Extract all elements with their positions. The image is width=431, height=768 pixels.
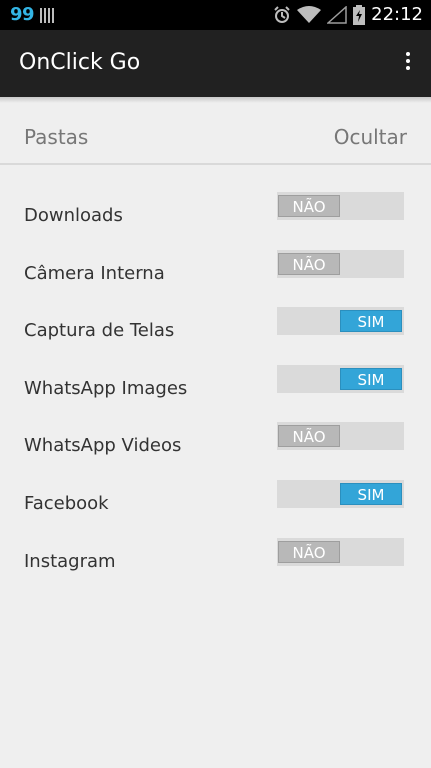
- notification-count: 99: [10, 4, 35, 25]
- folder-name: Instagram: [24, 551, 116, 572]
- folder-name: Downloads: [24, 205, 123, 226]
- clock: 22:12: [371, 4, 423, 25]
- hide-toggle[interactable]: NÃO: [277, 538, 404, 566]
- folder-row-downloads: Downloads NÃO: [0, 190, 431, 248]
- folder-row-whatsapp-images: WhatsApp Images SIM: [0, 363, 431, 421]
- folder-row-screenshots: Captura de Telas SIM: [0, 305, 431, 363]
- toggle-thumb: SIM: [340, 483, 402, 505]
- hide-toggle[interactable]: SIM: [277, 307, 404, 335]
- header-divider: [0, 163, 431, 165]
- hide-toggle[interactable]: NÃO: [277, 192, 404, 220]
- hide-toggle[interactable]: NÃO: [277, 422, 404, 450]
- folder-row-camera: Câmera Interna NÃO: [0, 248, 431, 306]
- folder-name: Facebook: [24, 493, 109, 514]
- folder-name: WhatsApp Videos: [24, 435, 182, 456]
- signal-icon: [327, 5, 347, 24]
- hide-toggle[interactable]: SIM: [277, 365, 404, 393]
- battery-charging-icon: [353, 4, 366, 25]
- toggle-thumb: NÃO: [278, 195, 340, 217]
- folder-name: WhatsApp Images: [24, 378, 188, 399]
- folder-row-instagram: Instagram NÃO: [0, 536, 431, 594]
- folder-name: Captura de Telas: [24, 320, 175, 341]
- hide-toggle[interactable]: NÃO: [277, 250, 404, 278]
- toggle-thumb: SIM: [340, 310, 402, 332]
- list-header: Pastas Ocultar: [0, 97, 431, 165]
- header-hide-label: Ocultar: [333, 125, 407, 149]
- toggle-thumb: NÃO: [278, 253, 340, 275]
- header-folders-label: Pastas: [24, 125, 89, 149]
- folder-row-facebook: Facebook SIM: [0, 478, 431, 536]
- overflow-menu-icon[interactable]: [403, 52, 413, 74]
- folder-row-whatsapp-videos: WhatsApp Videos NÃO: [0, 420, 431, 478]
- toggle-thumb: NÃO: [278, 425, 340, 447]
- wifi-icon: [297, 5, 322, 23]
- toggle-thumb: NÃO: [278, 541, 340, 563]
- toggle-thumb: SIM: [340, 368, 402, 390]
- alarm-icon: [274, 5, 290, 23]
- app-title: OnClick Go: [19, 50, 141, 75]
- status-bar: 99 22:12: [0, 0, 431, 30]
- action-bar: OnClick Go: [0, 30, 431, 97]
- barcode-icon: [40, 7, 55, 23]
- folder-name: Câmera Interna: [24, 263, 165, 284]
- hide-toggle[interactable]: SIM: [277, 480, 404, 508]
